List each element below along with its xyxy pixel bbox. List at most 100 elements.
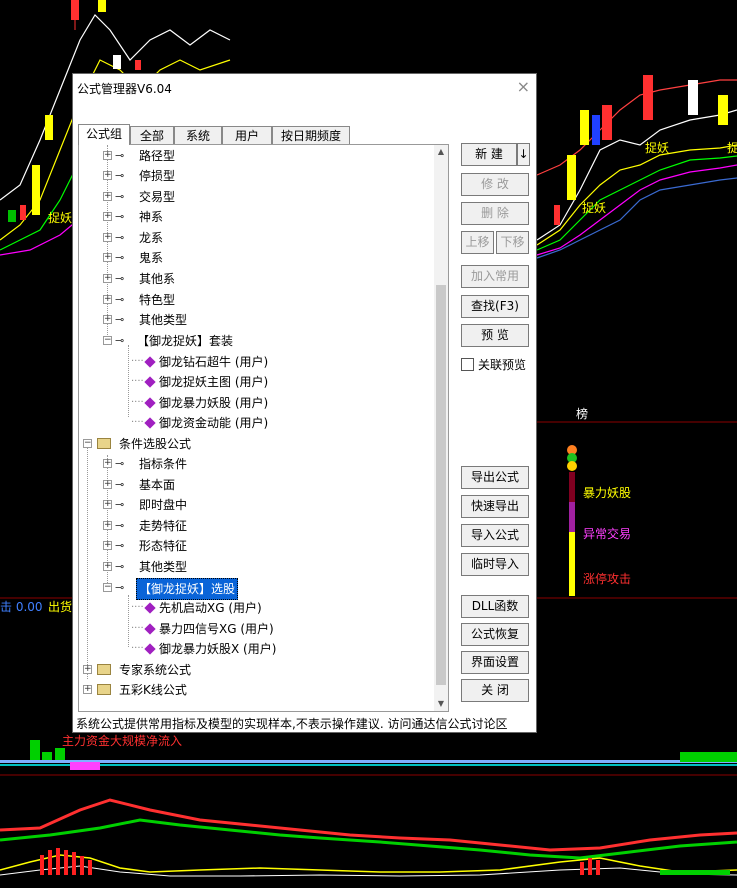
new-dropdown-button[interactable]: ↓ — [517, 143, 530, 166]
expand-icon[interactable]: + — [103, 541, 112, 550]
import-formula-button[interactable]: 导入公式 — [461, 524, 529, 547]
tab-formula-group[interactable]: 公式组 — [78, 124, 130, 145]
expand-icon[interactable]: + — [103, 274, 112, 283]
key-icon: ⊸ — [115, 149, 125, 162]
ui-settings-button[interactable]: 界面设置 — [461, 651, 529, 674]
tree-item-label-selected: 【御龙捉妖】选股 — [136, 578, 239, 600]
expand-icon[interactable]: + — [103, 253, 112, 262]
formula-icon — [144, 602, 156, 614]
move-down-button[interactable]: 下移 — [496, 231, 529, 254]
modify-button[interactable]: 修 改 — [461, 173, 529, 196]
tree-item-label: 其他类型 — [139, 313, 188, 327]
assoc-preview-checkbox[interactable]: 关联预览 — [461, 356, 526, 373]
formula-icon — [144, 643, 156, 655]
formula-icon — [144, 376, 156, 388]
tree-connector — [128, 345, 129, 417]
collapse-icon[interactable]: − — [103, 336, 112, 345]
tab-by-date[interactable]: 按日期频度 — [272, 126, 350, 144]
checkbox-box[interactable] — [461, 358, 474, 371]
tree-item-label: 条件选股公式 — [119, 437, 192, 451]
scroll-thumb[interactable] — [436, 285, 446, 685]
expand-icon[interactable]: + — [103, 459, 112, 468]
checkbox-label: 关联预览 — [478, 358, 527, 372]
preview-button[interactable]: 预 览 — [461, 324, 529, 347]
expand-icon[interactable]: + — [83, 685, 92, 694]
move-up-button[interactable]: 上移 — [461, 231, 494, 254]
formula-manager-dialog: 公式管理器V6.04 × 公式组 全部 系统 用户 按日期频度 + ⊸ 路径型 … — [72, 73, 537, 733]
label-zhuoyao-left: 捉妖 — [48, 210, 72, 225]
tab-system[interactable]: 系统 — [174, 126, 222, 144]
tree-item-label: 御龙资金动能 (用户) — [159, 416, 269, 430]
formula-icon — [144, 356, 156, 368]
label-baoli: 暴力妖股 — [583, 486, 631, 500]
dialog-title: 公式管理器V6.04 — [77, 82, 172, 96]
tree-scrollbar[interactable]: ▲ ▼ — [434, 145, 448, 711]
close-icon[interactable]: × — [517, 77, 530, 96]
collapse-icon[interactable]: − — [103, 583, 112, 592]
add-common-button[interactable]: 加入常用 — [461, 265, 529, 288]
tab-user[interactable]: 用户 — [222, 126, 272, 144]
tree-item-label: 先机启动XG (用户) — [159, 601, 262, 615]
tree-item-label: 御龙暴力妖股X (用户) — [159, 642, 277, 656]
expand-icon[interactable]: + — [83, 665, 92, 674]
tree-item-label: 龙系 — [139, 231, 164, 245]
folder-icon — [97, 684, 111, 695]
label-zhuli: 主力资金大规模净流入 — [62, 733, 182, 748]
expand-icon[interactable]: + — [103, 192, 112, 201]
expand-icon[interactable]: + — [103, 295, 112, 304]
tree-item-label: 其他系 — [139, 272, 176, 286]
dialog-titlebar[interactable]: 公式管理器V6.04 × — [73, 74, 536, 100]
tree-dots: ···· — [131, 602, 144, 613]
label-left-readout: 击 0.00 — [0, 600, 43, 614]
tree-item-label: 其他类型 — [139, 560, 188, 574]
tree-item-label: 御龙钻石超牛 (用户) — [159, 355, 269, 369]
expand-icon[interactable]: + — [103, 521, 112, 530]
key-icon: ⊸ — [115, 581, 125, 594]
expand-icon[interactable]: + — [103, 212, 112, 221]
tree-connector — [128, 595, 129, 647]
expand-icon[interactable]: + — [103, 480, 112, 489]
formula-tree[interactable]: + ⊸ 路径型 + ⊸ 停损型 + ⊸ 交易型 + ⊸ 神系 + ⊸ 龙系 + … — [78, 144, 449, 712]
dll-function-button[interactable]: DLL函数 — [461, 595, 529, 618]
formula-restore-button[interactable]: 公式恢复 — [461, 623, 529, 646]
find-button[interactable]: 查找(F3) — [461, 295, 529, 318]
key-icon: ⊸ — [115, 169, 125, 182]
collapse-icon[interactable]: − — [83, 439, 92, 448]
key-icon: ⊸ — [115, 498, 125, 511]
expand-icon[interactable]: + — [103, 171, 112, 180]
temp-import-button[interactable]: 临时导入 — [461, 553, 529, 576]
tree-item-label: 指标条件 — [139, 457, 188, 471]
close-button[interactable]: 关 闭 — [461, 679, 529, 702]
tree-dots: ···· — [131, 643, 144, 654]
expand-icon[interactable]: + — [103, 233, 112, 242]
quick-export-button[interactable]: 快速导出 — [461, 495, 529, 518]
key-icon: ⊸ — [115, 251, 125, 264]
tree-dots: ···· — [131, 356, 144, 367]
expand-icon[interactable]: + — [103, 315, 112, 324]
tree-dots: ···· — [131, 376, 144, 387]
status-bar: 系统公式提供常用指标及模型的实现样本,不表示操作建议. 访问通达信公式讨论区 — [76, 717, 508, 731]
expand-icon[interactable]: + — [103, 500, 112, 509]
expand-icon[interactable]: + — [103, 151, 112, 160]
folder-icon — [97, 438, 111, 449]
tree-item-label: 御龙暴力妖股 (用户) — [159, 396, 269, 410]
expand-icon[interactable]: + — [103, 562, 112, 571]
tree-item-label: 形态特征 — [139, 539, 188, 553]
key-icon: ⊸ — [115, 272, 125, 285]
new-button[interactable]: 新 建 — [461, 143, 517, 166]
tree-item-label: 五彩K线公式 — [119, 683, 187, 697]
delete-button[interactable]: 删 除 — [461, 202, 529, 225]
tree-item-label: 鬼系 — [139, 251, 164, 265]
tab-all[interactable]: 全部 — [130, 126, 174, 144]
label-bang: 榜 — [576, 406, 588, 421]
export-formula-button[interactable]: 导出公式 — [461, 466, 529, 489]
scroll-up-icon[interactable]: ▲ — [434, 145, 448, 159]
formula-icon — [144, 417, 156, 429]
scroll-down-icon[interactable]: ▼ — [434, 697, 448, 711]
key-icon: ⊸ — [115, 519, 125, 532]
tree-item-label: 交易型 — [139, 190, 176, 204]
key-icon: ⊸ — [115, 293, 125, 306]
key-icon: ⊸ — [115, 334, 125, 347]
tree-item-label: 路径型 — [139, 149, 176, 163]
key-icon: ⊸ — [115, 210, 125, 223]
